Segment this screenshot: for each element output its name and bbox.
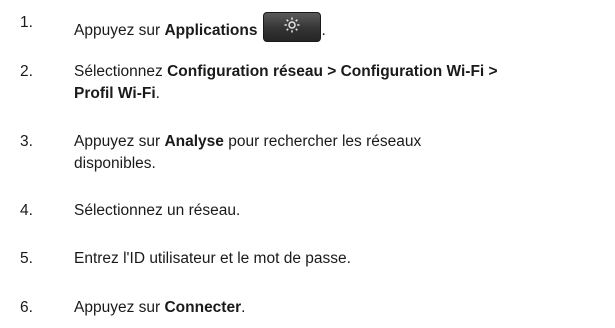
step-ui-term: Analyse (164, 133, 224, 150)
step-text-line2: disponibles. (74, 155, 156, 172)
step-text: Appuyez sur Applications . (74, 12, 614, 42)
step-text: Sélectionnez Configuration réseau > Conf… (74, 61, 614, 105)
step-text: Entrez l'ID utilisateur et le mot de pas… (74, 250, 351, 267)
step-text-suffix: . (321, 22, 326, 39)
step-text-suffix: . (241, 299, 246, 316)
step-text: Appuyez sur Connecter. (74, 297, 614, 319)
step-number: 6. (20, 299, 33, 316)
step-text: Appuyez sur Analyse pour rechercher les … (74, 131, 614, 175)
step-ui-path-line1: Configuration réseau > Configuration Wi-… (167, 63, 498, 80)
instruction-list: 1. Appuyez sur Applications . 2. Sélecti… (0, 0, 615, 328)
step-ui-term: Applications (164, 22, 258, 39)
step-text-suffix: pour rechercher les réseaux (223, 133, 422, 150)
step-text-prefix: Appuyez sur (74, 299, 165, 316)
step-text: Sélectionnez un réseau. (74, 202, 241, 219)
step-ui-term: Connecter (164, 299, 242, 316)
step-text-prefix: Appuyez sur (74, 22, 165, 39)
step-number: 5. (20, 250, 33, 267)
step-ui-path-line2: Profil Wi-Fi (74, 85, 156, 102)
step-text-prefix: Appuyez sur (74, 133, 165, 150)
gear-settings-key-icon (284, 17, 300, 33)
step-text-suffix: . (155, 85, 160, 102)
step-number: 1. (20, 14, 33, 31)
step-number: 4. (20, 202, 33, 219)
step-text-prefix: Sélectionnez (74, 63, 168, 80)
step-number: 3. (20, 133, 33, 150)
step-number: 2. (20, 63, 33, 80)
applications-key (263, 12, 322, 42)
